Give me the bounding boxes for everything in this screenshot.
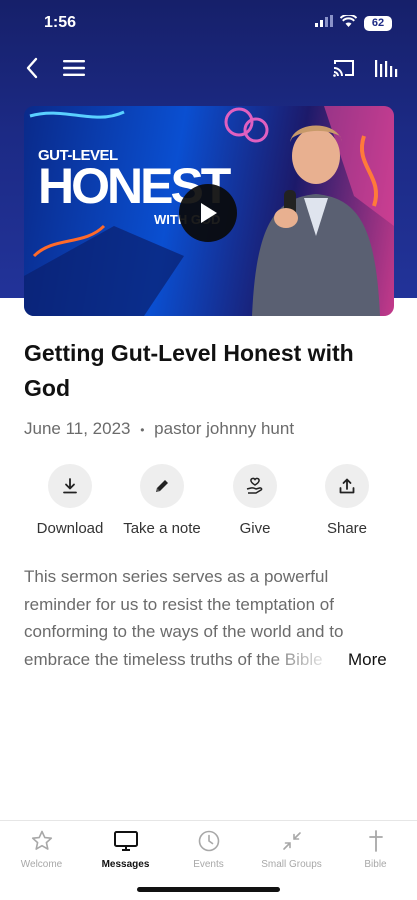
- tab-small-groups[interactable]: Small Groups: [250, 827, 333, 870]
- tab-label: Messages: [101, 859, 150, 870]
- battery-indicator: 62: [364, 15, 392, 31]
- share-circle[interactable]: [325, 464, 369, 508]
- signal-icon: [315, 14, 333, 32]
- sermon-meta: June 11, 2023 • pastor johnny hunt: [24, 419, 294, 439]
- take-note-button[interactable]: Take a note: [112, 464, 212, 537]
- tab-welcome[interactable]: Welcome: [0, 827, 83, 870]
- menu-button[interactable]: [60, 54, 88, 82]
- download-button[interactable]: Download: [20, 464, 120, 537]
- take-note-label: Take a note: [123, 520, 201, 537]
- tab-label: Events: [193, 859, 224, 870]
- play-button[interactable]: [179, 184, 237, 242]
- play-icon: [201, 203, 217, 223]
- star-icon: [28, 827, 56, 855]
- cross-icon: [362, 827, 390, 855]
- status-icons: 62: [315, 13, 392, 32]
- share-icon: [339, 478, 355, 494]
- back-button[interactable]: [18, 54, 46, 82]
- chevron-left-icon: [26, 57, 38, 79]
- audio-button[interactable]: [372, 54, 400, 82]
- video-player[interactable]: GUT-LEVEL HONEST WITH GOD: [24, 106, 394, 316]
- cast-icon: [333, 60, 354, 77]
- download-icon: [63, 478, 77, 494]
- more-link[interactable]: More: [348, 646, 387, 674]
- wifi-icon: [339, 13, 358, 32]
- tab-events[interactable]: Events: [167, 827, 250, 870]
- meta-separator: •: [140, 423, 145, 437]
- give-button[interactable]: Give: [205, 464, 305, 537]
- tab-label: Bible: [364, 859, 387, 870]
- arrows-collapse-icon: [278, 827, 306, 855]
- sermon-description: This sermon series serves as a powerful …: [24, 563, 394, 673]
- action-row: Download Take a note Give Share: [24, 464, 394, 544]
- sermon-speaker[interactable]: pastor johnny hunt: [154, 419, 294, 438]
- tab-label: Welcome: [20, 859, 63, 870]
- tab-bible[interactable]: Bible: [334, 827, 417, 870]
- download-circle[interactable]: [48, 464, 92, 508]
- share-label: Share: [326, 520, 368, 537]
- download-label: Download: [36, 520, 104, 537]
- tab-label: Small Groups: [261, 859, 322, 870]
- description-line: embrace the timeless truths of the Bible: [24, 649, 323, 669]
- sermon-date: June 11, 2023: [24, 419, 131, 438]
- tv-icon: [112, 827, 140, 855]
- home-indicator: [137, 887, 280, 892]
- hamburger-icon: [63, 60, 85, 76]
- share-button[interactable]: Share: [297, 464, 397, 537]
- status-bar: 1:56 62: [0, 0, 417, 48]
- cast-button[interactable]: [330, 54, 358, 82]
- description-line: This sermon series serves as a powerful: [24, 567, 329, 586]
- clock-icon: [195, 827, 223, 855]
- give-circle[interactable]: [233, 464, 277, 508]
- audio-bars-icon: [375, 60, 398, 77]
- give-hand-icon: [246, 477, 263, 494]
- status-time: 1:56: [44, 14, 77, 31]
- description-last-line: embrace the timeless truths of the Bible…: [24, 646, 394, 674]
- take-note-circle[interactable]: [140, 464, 184, 508]
- description-line: reminder for us to resist the temptation…: [24, 594, 334, 614]
- pencil-icon: [156, 480, 168, 492]
- tab-messages[interactable]: Messages: [84, 827, 167, 870]
- description-line: conforming to the ways of the world and …: [24, 622, 344, 641]
- nav-bar: [0, 48, 417, 88]
- give-label: Give: [239, 520, 271, 537]
- sermon-title: Getting Gut-Level Honest with God: [24, 340, 354, 401]
